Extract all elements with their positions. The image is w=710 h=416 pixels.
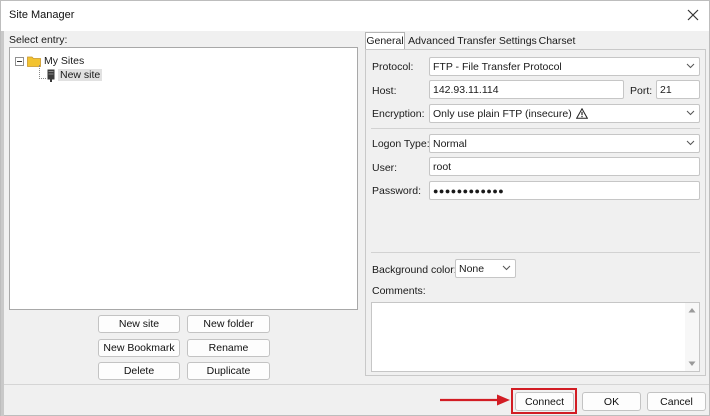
password-label: Password:: [372, 185, 422, 197]
tree-item-my-sites[interactable]: My Sites: [27, 54, 84, 68]
separator: [371, 252, 700, 253]
separator: [371, 128, 700, 129]
port-input[interactable]: 21: [656, 80, 700, 99]
chevron-down-icon: [502, 265, 511, 271]
connect-highlight-box: [511, 388, 577, 414]
host-label: Host:: [372, 85, 397, 97]
tree-item-label: My Sites: [44, 55, 85, 67]
footer-separator: [4, 384, 709, 385]
tree-collapse-toggle[interactable]: [15, 57, 24, 66]
tab-transfer-settings[interactable]: Transfer Settings: [457, 32, 537, 49]
comments-scrollbar[interactable]: [685, 303, 699, 371]
annotation-arrow-icon: [440, 394, 510, 406]
close-icon: [687, 9, 699, 21]
rename-button[interactable]: Rename: [187, 339, 270, 357]
chevron-down-icon: [686, 140, 695, 146]
delete-button[interactable]: Delete: [98, 362, 180, 380]
server-icon: [47, 69, 55, 82]
user-input[interactable]: root: [429, 157, 700, 176]
ok-button[interactable]: OK: [582, 392, 641, 411]
user-label: User:: [372, 162, 398, 174]
titlebar: Site Manager: [1, 1, 709, 31]
tab-advanced[interactable]: Advanced: [408, 32, 455, 49]
site-tree[interactable]: My Sites New site: [9, 47, 358, 310]
cancel-button[interactable]: Cancel: [647, 392, 706, 411]
background-color-label: Background color:: [372, 264, 457, 276]
encryption-select[interactable]: Only use plain FTP (insecure): [429, 104, 700, 123]
close-button[interactable]: [681, 4, 705, 26]
site-manager-window: Site Manager Select entry: My Sites New …: [0, 0, 710, 416]
protocol-value: FTP - File Transfer Protocol: [433, 60, 562, 73]
chevron-down-icon: [686, 63, 695, 69]
chevron-down-icon: [686, 110, 695, 116]
new-site-button[interactable]: New site: [98, 315, 180, 333]
tree-item-new-site[interactable]: New site: [47, 68, 103, 82]
new-bookmark-button[interactable]: New Bookmark: [98, 339, 180, 357]
logon-type-select[interactable]: Normal: [429, 134, 700, 153]
background-color-value: None: [459, 262, 485, 275]
tree-connector: [39, 78, 46, 79]
protocol-select[interactable]: FTP - File Transfer Protocol: [429, 57, 700, 76]
host-input[interactable]: 142.93.11.114: [429, 80, 624, 99]
protocol-label: Protocol:: [372, 61, 414, 73]
encryption-value: Only use plain FTP (insecure): [433, 107, 572, 120]
logon-type-value: Normal: [433, 137, 467, 150]
scroll-down-icon[interactable]: [688, 361, 696, 367]
tab-general[interactable]: General: [365, 32, 405, 49]
window-edge: [1, 31, 4, 416]
tree-connector: [39, 65, 40, 79]
logon-type-label: Logon Type:: [372, 138, 430, 150]
warning-icon: [575, 108, 588, 119]
window-title: Site Manager: [9, 9, 75, 21]
comments-label: Comments:: [372, 285, 426, 297]
comments-textarea[interactable]: [371, 302, 700, 372]
scroll-up-icon[interactable]: [688, 307, 696, 313]
duplicate-button[interactable]: Duplicate: [187, 362, 270, 380]
password-input[interactable]: ●●●●●●●●●●●●: [429, 181, 700, 200]
select-entry-label: Select entry:: [9, 34, 68, 46]
port-label: Port:: [630, 85, 653, 97]
tree-item-label: New site: [58, 69, 103, 81]
background-color-select[interactable]: None: [455, 259, 516, 278]
new-folder-button[interactable]: New folder: [187, 315, 270, 333]
encryption-label: Encryption:: [372, 108, 425, 120]
tab-charset[interactable]: Charset: [538, 32, 576, 49]
